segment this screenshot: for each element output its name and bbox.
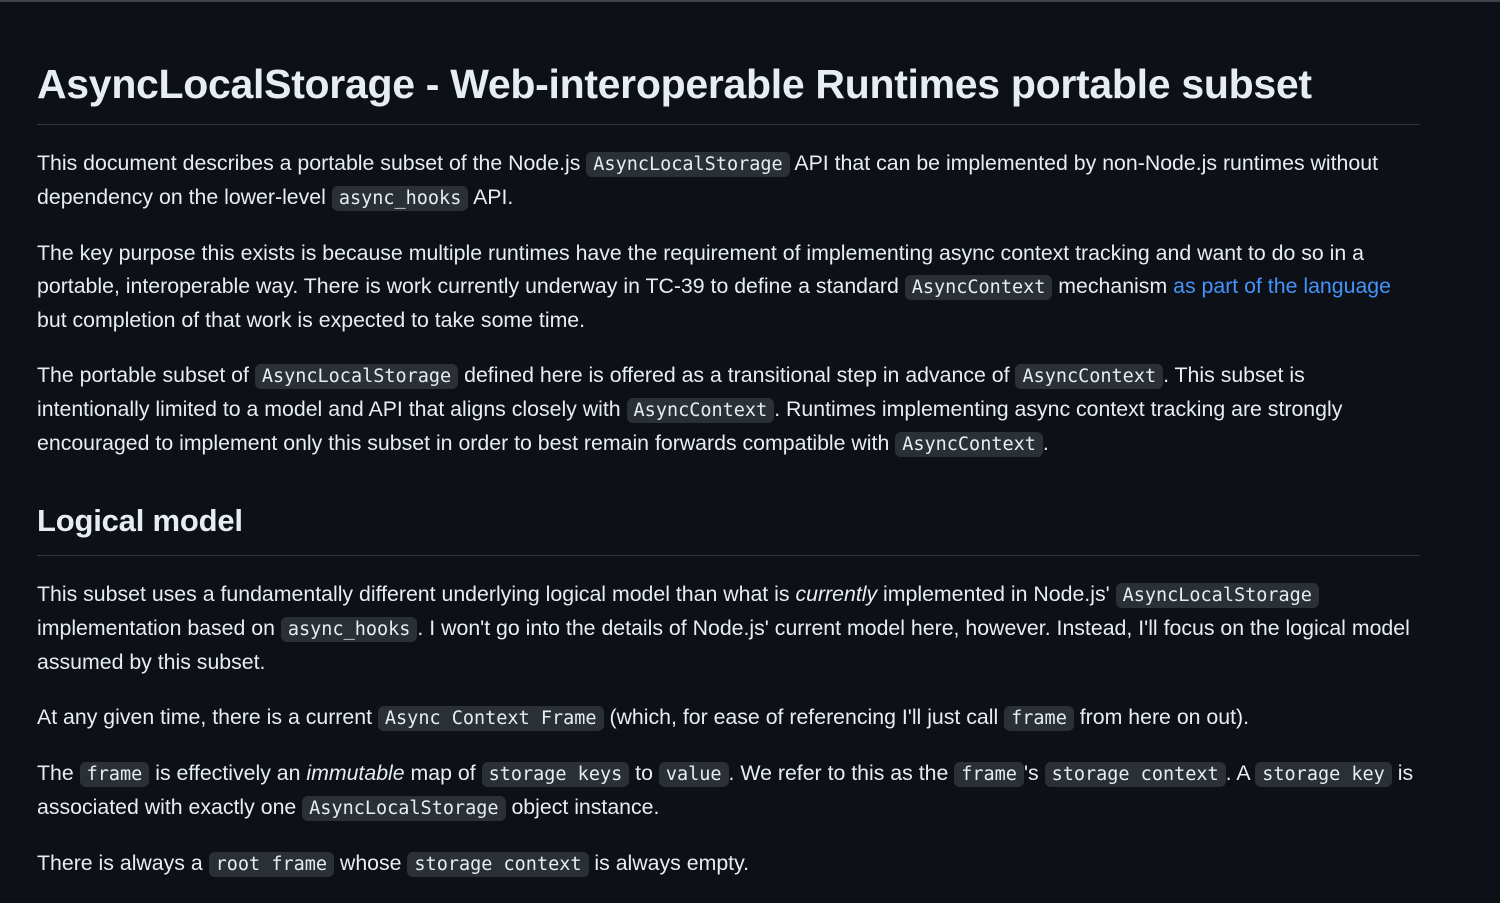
root-frame-paragraph: There is always a root frame whose stora…: [37, 847, 1420, 881]
text: to: [629, 761, 659, 785]
inline-code: root frame: [208, 852, 335, 877]
text: defined here is offered as a transitiona…: [458, 363, 1016, 387]
emphasis: currently: [795, 582, 878, 606]
text: (which, for ease of referencing I'll jus…: [603, 705, 1005, 729]
markdown-body: AsyncLocalStorage - Web-interoperable Ru…: [37, 0, 1420, 903]
text: mechanism: [1052, 274, 1174, 298]
inline-code: storage context: [1044, 762, 1226, 787]
logical-model-paragraph: This subset uses a fundamentally differe…: [37, 578, 1420, 679]
text: is effectively an: [149, 761, 307, 785]
text: implemented in Node.js': [877, 582, 1116, 606]
inline-code: AsyncContext: [626, 398, 775, 423]
emphasis: immutable: [306, 761, 405, 785]
inline-code: frame: [954, 762, 1024, 787]
text: The portable subset of: [37, 363, 255, 387]
inline-code: storage context: [407, 852, 589, 877]
text: At any given time, there is a current: [37, 705, 378, 729]
inline-code: async_hooks: [331, 186, 469, 211]
text: is always empty.: [588, 851, 750, 875]
intro-paragraph: This document describes a portable subse…: [37, 147, 1420, 215]
text: implementation based on: [37, 616, 281, 640]
inline-code: AsyncLocalStorage: [254, 364, 459, 389]
text: . A: [1225, 761, 1256, 785]
text: from here on out).: [1073, 705, 1250, 729]
text: map of: [404, 761, 482, 785]
text: 's: [1023, 761, 1045, 785]
page-title: AsyncLocalStorage - Web-interoperable Ru…: [37, 0, 1420, 125]
purpose-paragraph: The key purpose this exists is because m…: [37, 237, 1420, 337]
inline-code: storage keys: [481, 762, 630, 787]
text: whose: [334, 851, 408, 875]
inline-code: AsyncLocalStorage: [586, 152, 790, 177]
storage-context-paragraph: The frame is effectively an immutable ma…: [37, 757, 1420, 825]
inline-code: storage key: [1255, 762, 1392, 787]
text: API.: [468, 185, 514, 209]
text: object instance.: [505, 795, 660, 819]
text: The: [37, 761, 80, 785]
text: . We refer to this as the: [728, 761, 955, 785]
subset-paragraph: The portable subset of AsyncLocalStorage…: [37, 359, 1420, 461]
inline-code: AsyncContext: [904, 275, 1053, 300]
inline-code: frame: [79, 762, 150, 787]
frame-paragraph: At any given time, there is a current As…: [37, 701, 1420, 735]
text: This subset uses a fundamentally differe…: [37, 582, 796, 606]
inline-code: async_hooks: [280, 617, 418, 642]
text: This document describes a portable subse…: [37, 151, 587, 175]
inline-code: frame: [1004, 706, 1074, 731]
inline-code: AsyncLocalStorage: [302, 796, 506, 821]
inline-code: AsyncContext: [895, 432, 1043, 457]
inline-code: value: [658, 762, 729, 787]
inline-code: Async Context Frame: [377, 706, 604, 731]
text: There is always a: [37, 851, 209, 875]
inline-code: AsyncContext: [1015, 364, 1164, 389]
text: but completion of that work is expected …: [37, 308, 586, 332]
language-link[interactable]: as part of the language: [1173, 274, 1391, 298]
section-heading-logical-model: Logical model: [37, 483, 1420, 556]
inline-code: AsyncLocalStorage: [1115, 583, 1319, 608]
text: .: [1042, 431, 1049, 455]
